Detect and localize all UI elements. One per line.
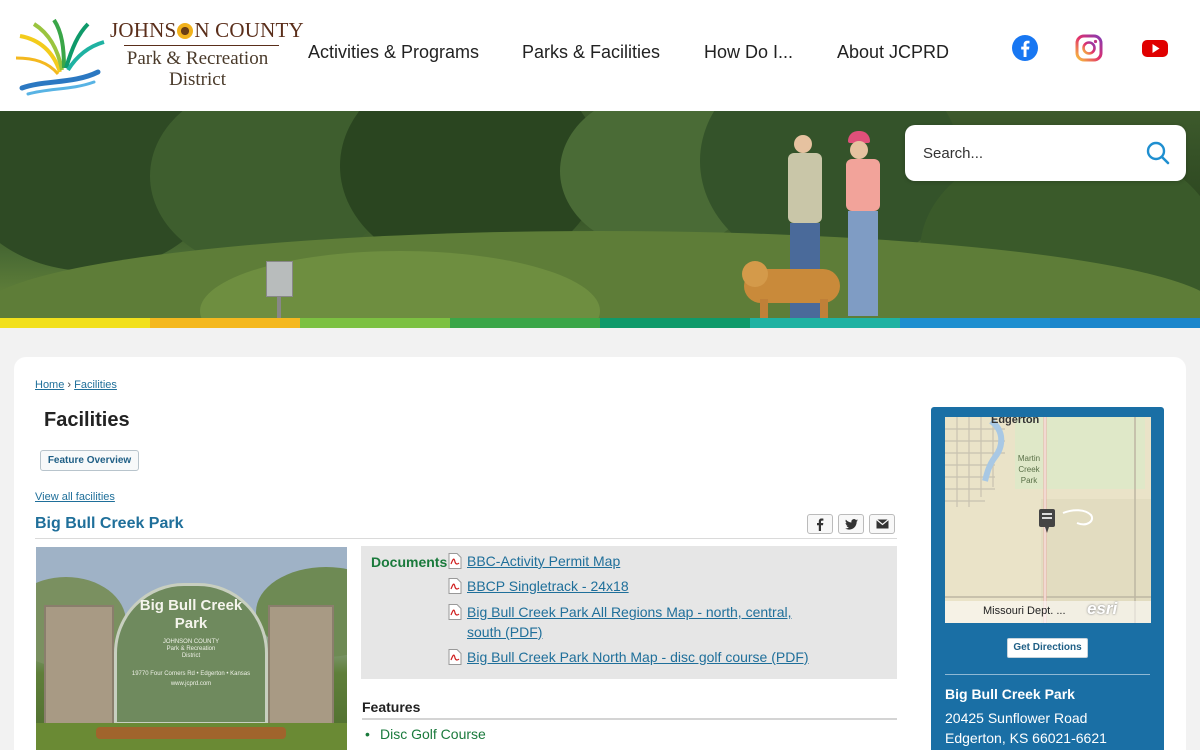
nav-activities-programs[interactable]: Activities & Programs xyxy=(308,42,479,63)
map-graphic xyxy=(945,417,1151,623)
breadcrumb-separator: › xyxy=(67,379,72,391)
location-panel: Edgerton Martin Creek Park Missouri Dept… xyxy=(931,407,1164,750)
view-all-facilities-link[interactable]: View all facilities xyxy=(35,491,115,503)
breadcrumb-facilities[interactable]: Facilities xyxy=(74,379,117,391)
pdf-icon xyxy=(448,604,462,620)
document-link-north-map[interactable]: Big Bull Creek Park North Map - disc gol… xyxy=(448,647,809,667)
logo-divider xyxy=(124,45,279,46)
map-park-label-line: Creek xyxy=(1018,465,1040,474)
sign-org: JOHNSON COUNTY Park & Recreation Distric… xyxy=(114,639,268,660)
address-line-1: 20425 Sunflower Road xyxy=(945,710,1088,726)
facebook-share-icon[interactable] xyxy=(807,514,833,534)
features-divider xyxy=(362,718,897,720)
email-share-icon[interactable] xyxy=(869,514,895,534)
documents-label: Documents xyxy=(371,554,448,570)
sign-address: 19770 Four Corners Rd • Edgerton • Kansa… xyxy=(114,669,268,689)
document-link-all-regions-map[interactable]: Big Bull Creek Park All Regions Map - no… xyxy=(448,602,792,642)
document-title: Big Bull Creek Park North Map - disc gol… xyxy=(467,649,809,665)
sign-address-line: 19770 Four Corners Rd • Edgerton • Kansa… xyxy=(131,671,251,677)
sign-org-line-3: District xyxy=(181,653,201,659)
site-header: JOHNS N COUNTY Park & Recreation District… xyxy=(0,0,1200,111)
sign-title-line-2: Park xyxy=(174,615,208,632)
logo-mark-icon xyxy=(15,18,105,96)
map-park-label: Martin Creek Park xyxy=(1009,453,1049,486)
sign-url: www.jcprd.com xyxy=(170,681,212,687)
location-map[interactable]: Edgerton Martin Creek Park Missouri Dept… xyxy=(945,417,1151,623)
search-icon[interactable] xyxy=(1145,140,1171,166)
sunflower-icon xyxy=(177,23,194,39)
document-title: BBC-Activity Permit Map xyxy=(467,553,621,569)
instagram-icon[interactable] xyxy=(1075,34,1103,62)
features-title: Features xyxy=(362,699,421,715)
facebook-icon[interactable] xyxy=(1011,34,1039,62)
title-divider xyxy=(35,538,897,539)
document-link-activity-permit-map[interactable]: BBC-Activity Permit Map xyxy=(448,551,621,571)
site-logo[interactable]: JOHNS N COUNTY Park & Recreation District xyxy=(14,14,304,96)
feature-item-disc-golf: Disc Golf Course xyxy=(365,726,486,742)
nav-how-do-i[interactable]: How Do I... xyxy=(704,42,793,63)
nav-about-jcprd[interactable]: About JCPRD xyxy=(837,42,949,63)
logo-line-3: District xyxy=(169,69,226,90)
twitter-share-icon[interactable] xyxy=(838,514,864,534)
sign-org-line-1: JOHNSON COUNTY xyxy=(162,639,220,645)
search-input[interactable] xyxy=(923,141,1143,165)
stripe-segment xyxy=(0,318,150,328)
pdf-icon xyxy=(448,578,462,594)
panel-divider xyxy=(945,674,1150,675)
content-card: Home › Facilities Facilities Feature Ove… xyxy=(14,357,1186,750)
park-name: Big Bull Creek Park xyxy=(945,686,1075,702)
logo-county: JOHNS N COUNTY xyxy=(110,18,304,42)
feature-overview-button[interactable]: Feature Overview xyxy=(40,450,139,471)
logo-line-2: Park & Recreation xyxy=(126,48,269,69)
pdf-icon xyxy=(448,649,462,665)
map-park-label-line: Martin xyxy=(1017,454,1041,463)
search-box xyxy=(905,125,1186,181)
map-park-label-line: Park xyxy=(1020,476,1038,485)
map-town-label: Edgerton xyxy=(991,417,1040,426)
logo-text: JOHNS N COUNTY Park & Recreation District xyxy=(110,18,304,90)
document-title: BBCP Singletrack - 24x18 xyxy=(467,578,629,594)
esri-logo: esri xyxy=(1087,599,1118,618)
document-title: Big Bull Creek Park All Regions Map - no… xyxy=(467,604,792,620)
nav-parks-facilities[interactable]: Parks & Facilities xyxy=(522,42,660,63)
color-stripe xyxy=(0,318,1200,328)
breadcrumb-home[interactable]: Home xyxy=(35,379,64,391)
stripe-segment xyxy=(600,318,750,328)
document-title-continued: south (PDF) xyxy=(467,624,543,640)
breadcrumb: Home › Facilities xyxy=(35,379,117,391)
stripe-segment xyxy=(900,318,1050,328)
sign-title-line-1: Big Bull Creek xyxy=(139,597,243,614)
facility-name: Big Bull Creek Park xyxy=(35,515,184,532)
page-title: Facilities xyxy=(44,409,130,431)
address-line-2: Edgerton, KS 66021-6621 xyxy=(945,730,1107,746)
map-credit: Missouri Dept. ... xyxy=(983,605,1066,617)
stripe-segment xyxy=(750,318,900,328)
document-link-singletrack[interactable]: BBCP Singletrack - 24x18 xyxy=(448,576,629,596)
youtube-icon[interactable] xyxy=(1141,34,1169,62)
pdf-icon xyxy=(448,553,462,569)
park-sign-photo: Big Bull Creek Park JOHNSON COUNTY Park … xyxy=(36,547,347,750)
get-directions-button[interactable]: Get Directions xyxy=(1007,638,1088,658)
stripe-segment xyxy=(150,318,300,328)
documents-panel: Documents BBC-Activity Permit Map BBCP S… xyxy=(361,546,897,679)
stripe-segment xyxy=(1050,318,1200,328)
sign-org-line-2: Park & Recreation xyxy=(166,646,216,652)
sign-title: Big Bull Creek Park xyxy=(114,597,268,633)
stripe-segment xyxy=(450,318,600,328)
stripe-segment xyxy=(300,318,450,328)
